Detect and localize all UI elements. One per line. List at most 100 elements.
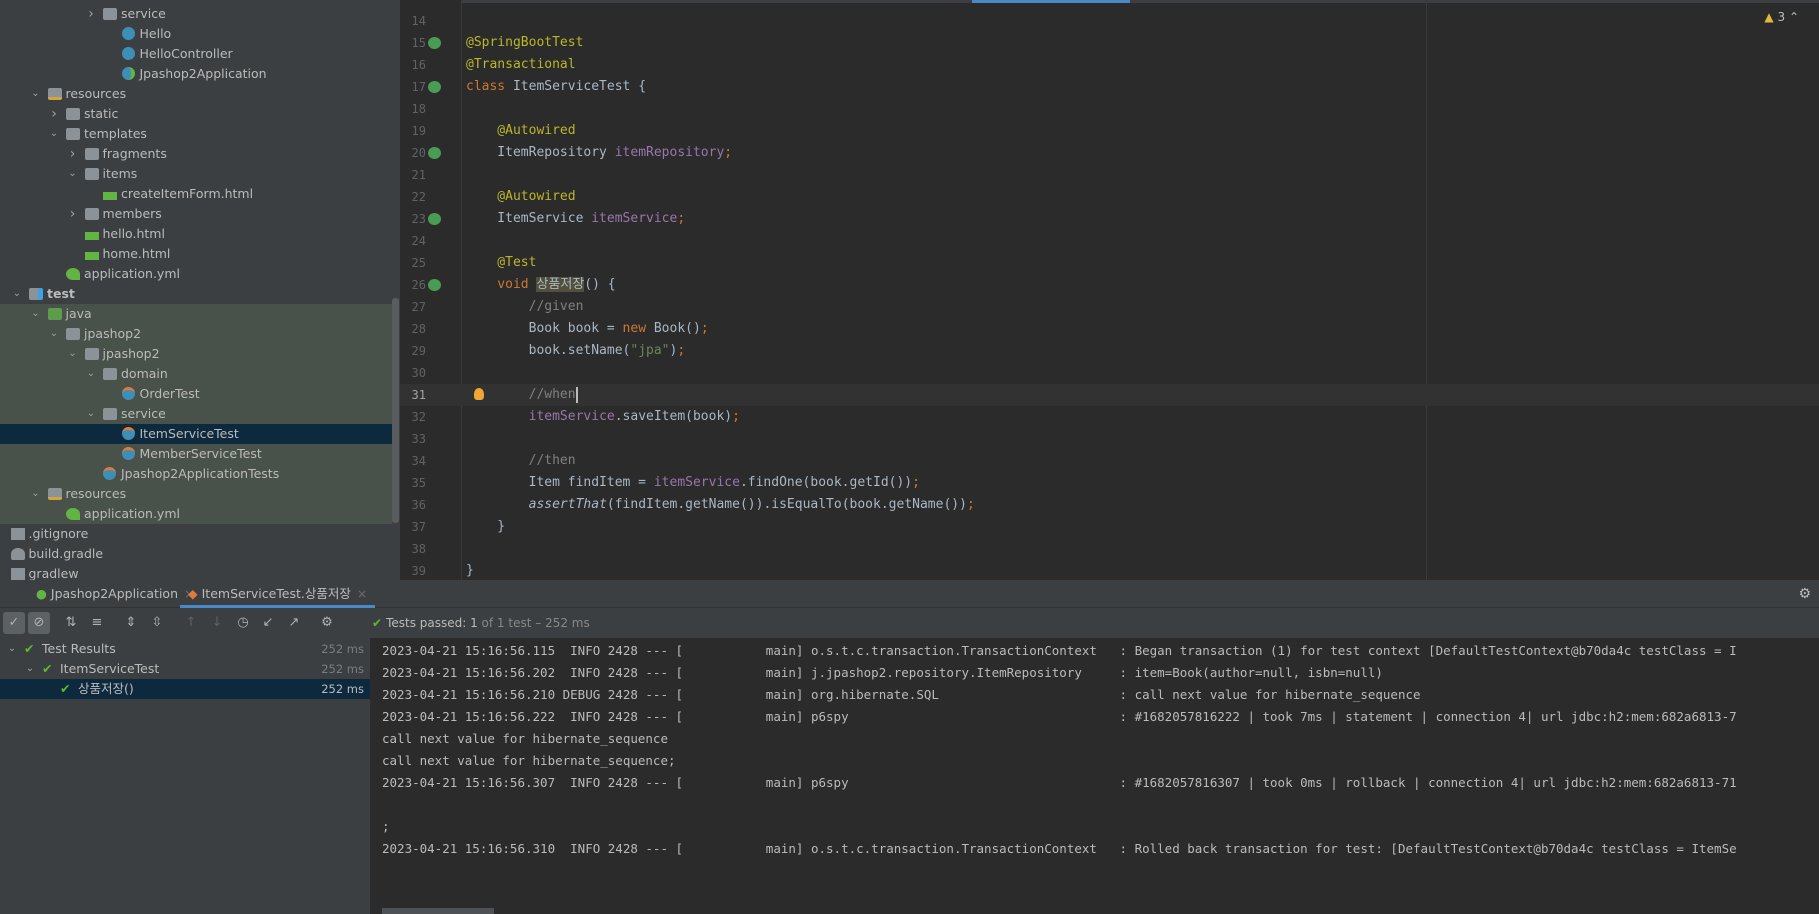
code-line[interactable]: 30 — [400, 362, 1819, 384]
code-line[interactable]: 36 assertThat(findItem.getName()).isEqua… — [400, 494, 1819, 516]
chevron-down-icon[interactable]: ⌄ — [67, 344, 79, 364]
spring-icon[interactable] — [428, 37, 441, 49]
bean-icon[interactable] — [428, 147, 441, 159]
show-ignored-button[interactable]: ⊘ — [28, 612, 50, 634]
test-tree-item[interactable]: ⌄ ✔ Test Results 252 ms — [0, 639, 370, 659]
tree-item[interactable]: .gitignore — [0, 524, 392, 544]
chevron-down-icon[interactable]: ⌄ — [67, 164, 79, 184]
tree-item[interactable]: › members — [0, 204, 392, 224]
code-line[interactable]: 23 ItemService itemService; — [400, 208, 1819, 230]
chevron-right-icon[interactable]: › — [48, 104, 60, 124]
tree-item[interactable]: application.yml — [0, 504, 392, 524]
test-results-tree[interactable]: ⌄ ✔ Test Results 252 ms ⌄ ✔ ItemServiceTest 252… — [0, 638, 370, 914]
chevron-right-icon[interactable]: › — [67, 204, 79, 224]
chevron-right-icon[interactable]: › — [85, 4, 97, 24]
code-line[interactable]: 33 — [400, 428, 1819, 450]
chevron-down-icon[interactable]: ⌄ — [48, 124, 60, 144]
next-failed-button[interactable]: ↓ — [206, 612, 228, 634]
chevron-down-icon[interactable]: ⌄ — [85, 364, 97, 384]
code-line[interactable]: 21 — [400, 164, 1819, 186]
code-line[interactable]: 29 book.setName("jpa"); — [400, 340, 1819, 362]
tree-item[interactable]: Hello — [0, 24, 392, 44]
tree-item[interactable]: gradlew — [0, 564, 392, 580]
close-icon[interactable]: × — [357, 586, 367, 601]
chevron-down-icon[interactable]: ⌄ — [30, 484, 42, 504]
test-settings-button[interactable]: ⚙ — [316, 612, 338, 634]
tree-item[interactable]: › fragments — [0, 144, 392, 164]
run-icon[interactable] — [428, 279, 441, 291]
chevron-down-icon[interactable]: ⌄ — [11, 284, 23, 304]
test-tree-item[interactable]: ⌄ ✔ ItemServiceTest 252 ms — [0, 659, 370, 679]
import-tests-button[interactable]: ↙ — [257, 612, 279, 634]
code-line[interactable]: 14 — [400, 10, 1819, 32]
project-tree-scrollbar[interactable] — [392, 298, 399, 523]
tree-item[interactable]: Jpashop2Application — [0, 64, 392, 84]
code-line[interactable]: 26 void 상품저장() { — [400, 274, 1819, 296]
tree-item[interactable]: ⌄ jpashop2 — [0, 324, 392, 344]
tree-item[interactable]: HelloController — [0, 44, 392, 64]
code-line[interactable]: 38 — [400, 538, 1819, 560]
code-line[interactable]: 28 Book book = new Book(); — [400, 318, 1819, 340]
expand-all-button[interactable]: ⇕ — [120, 612, 142, 634]
tree-item[interactable]: ⌄ resources — [0, 484, 392, 504]
chevron-down-icon[interactable]: ⌄ — [6, 639, 18, 659]
chevron-down-icon[interactable]: ⌄ — [30, 84, 42, 104]
code-line[interactable]: 25 @Test — [400, 252, 1819, 274]
code-line[interactable]: 18 — [400, 98, 1819, 120]
tree-item[interactable]: ⌄ java — [0, 304, 392, 324]
sort-by-duration-button[interactable]: ≡ — [86, 612, 108, 634]
test-tree-item[interactable]: ✔ 상품저장() 252 ms — [0, 679, 370, 699]
code-line[interactable]: 24 — [400, 230, 1819, 252]
run-icon[interactable] — [428, 81, 441, 93]
tab-jpashop2application[interactable]: ● Jpashop2Application × — [28, 580, 202, 608]
collapse-all-button[interactable]: ⇳ — [146, 612, 168, 634]
tree-item[interactable]: ⌄ test — [0, 284, 392, 304]
tree-item[interactable]: OrderTest — [0, 384, 392, 404]
code-line[interactable]: 39} — [400, 560, 1819, 580]
tree-item[interactable]: › static — [0, 104, 392, 124]
inspection-widget[interactable]: ▲ 3 ⌃ — [1764, 10, 1799, 24]
project-tree[interactable]: › service Hello HelloController Jpashop2Appl… — [0, 0, 400, 580]
code-line[interactable]: 35 Item findItem = itemService.findOne(b… — [400, 472, 1819, 494]
chevron-up-icon[interactable]: ⌃ — [1789, 10, 1799, 24]
console-horizontal-scrollbar[interactable] — [382, 908, 494, 914]
tree-item[interactable]: ItemServiceTest — [0, 424, 392, 444]
tree-item[interactable]: application.yml — [0, 264, 392, 284]
tree-item[interactable]: Jpashop2ApplicationTests — [0, 464, 392, 484]
bean-icon[interactable] — [428, 213, 441, 225]
tree-item[interactable]: ⌄ service — [0, 404, 392, 424]
console-output[interactable]: 2023-04-21 15:16:56.115 INFO 2428 --- [ … — [370, 638, 1819, 914]
export-tests-button[interactable]: ↗ — [283, 612, 305, 634]
chevron-down-icon[interactable]: ⌄ — [48, 324, 60, 344]
show-passed-button[interactable]: ✓ — [3, 612, 25, 634]
code-editor[interactable]: 14 15 @SpringBootTest 16 @Transactional 17 cla… — [400, 0, 1819, 580]
code-line[interactable]: 17 class ItemServiceTest { — [400, 76, 1819, 98]
tree-item[interactable]: home.html — [0, 244, 392, 264]
code-line[interactable]: 15 @SpringBootTest — [400, 32, 1819, 54]
chevron-down-icon[interactable]: ⌄ — [30, 304, 42, 324]
chevron-right-icon[interactable]: › — [67, 144, 79, 164]
code-line[interactable]: 22 @Autowired — [400, 186, 1819, 208]
code-line[interactable]: 31 //when — [400, 384, 1819, 406]
tab-itemservicetest[interactable]: ◆ ItemServiceTest.상품저장 × — [180, 580, 376, 608]
code-line[interactable]: 20 ItemRepository itemRepository; — [400, 142, 1819, 164]
chevron-down-icon[interactable]: ⌄ — [85, 404, 97, 424]
tree-item[interactable]: ⌄ resources — [0, 84, 392, 104]
tree-item[interactable]: createItemForm.html — [0, 184, 392, 204]
code-line[interactable]: 16 @Transactional — [400, 54, 1819, 76]
code-line[interactable]: 27 //given — [400, 296, 1819, 318]
sort-alphabetically-button[interactable]: ⇅ — [60, 612, 82, 634]
tree-item[interactable]: ⌄ items — [0, 164, 392, 184]
tree-item[interactable]: ⌄ jpashop2 — [0, 344, 392, 364]
tree-item[interactable]: ⌄ domain — [0, 364, 392, 384]
code-line[interactable]: 32 itemService.saveItem(book); — [400, 406, 1819, 428]
tree-item[interactable]: › service — [0, 4, 392, 24]
previous-failed-button[interactable]: ↑ — [180, 612, 202, 634]
test-history-button[interactable]: ◷ — [232, 612, 254, 634]
code-line[interactable]: 37 } — [400, 516, 1819, 538]
chevron-down-icon[interactable]: ⌄ — [24, 659, 36, 679]
code-line[interactable]: 19 @Autowired — [400, 120, 1819, 142]
settings-gear-icon[interactable]: ⚙ — [1798, 586, 1811, 602]
code-line[interactable]: 34 //then — [400, 450, 1819, 472]
tree-item[interactable]: ⌄ templates — [0, 124, 392, 144]
